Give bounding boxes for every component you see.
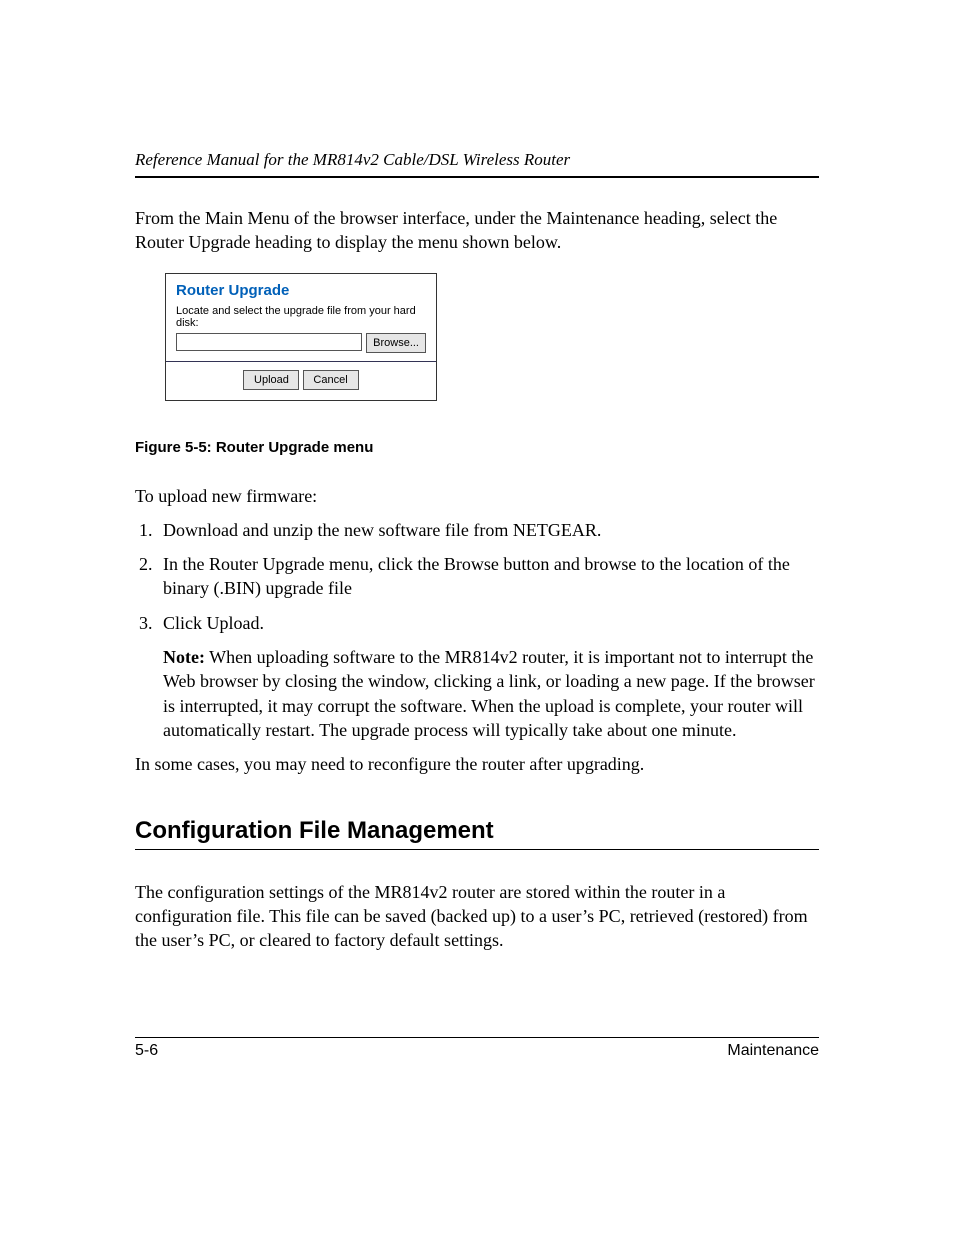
panel-title: Router Upgrade (166, 274, 436, 305)
note-body: When uploading software to the MR814v2 r… (163, 647, 815, 740)
intro-paragraph: From the Main Menu of the browser interf… (135, 206, 819, 255)
running-header: Reference Manual for the MR814v2 Cable/D… (135, 150, 819, 178)
panel-body: Locate and select the upgrade file from … (166, 305, 436, 400)
panel-separator (166, 361, 436, 362)
panel-prompt: Locate and select the upgrade file from … (176, 305, 426, 329)
browse-button[interactable]: Browse... (366, 333, 426, 353)
config-paragraph: The configuration settings of the MR814v… (135, 880, 819, 953)
upload-button[interactable]: Upload (243, 370, 299, 390)
upload-intro: To upload new firmware: (135, 484, 819, 508)
footer-page-number: 5-6 (135, 1042, 158, 1060)
step-1: Download and unzip the new software file… (157, 518, 819, 542)
cancel-button[interactable]: Cancel (303, 370, 359, 390)
page-footer: 5-6 Maintenance (135, 1037, 819, 1060)
file-row: Browse... (176, 333, 426, 353)
file-path-input[interactable] (176, 333, 362, 351)
after-steps-paragraph: In some cases, you may need to reconfigu… (135, 752, 819, 776)
router-upgrade-panel: Router Upgrade Locate and select the upg… (165, 273, 437, 401)
panel-button-row: Upload Cancel (176, 370, 426, 392)
step-3-text: Click Upload. (163, 613, 264, 633)
steps-list: Download and unzip the new software file… (135, 518, 819, 742)
footer-section: Maintenance (727, 1042, 819, 1060)
note-label: Note: (163, 647, 205, 667)
step-3: Click Upload. Note: When uploading softw… (157, 611, 819, 742)
step-3-note: Note: When uploading software to the MR8… (163, 645, 819, 742)
page: Reference Manual for the MR814v2 Cable/D… (0, 0, 954, 1235)
figure-caption: Figure 5-5: Router Upgrade menu (135, 439, 819, 456)
step-2: In the Router Upgrade menu, click the Br… (157, 552, 819, 601)
section-heading: Configuration File Management (135, 817, 819, 850)
